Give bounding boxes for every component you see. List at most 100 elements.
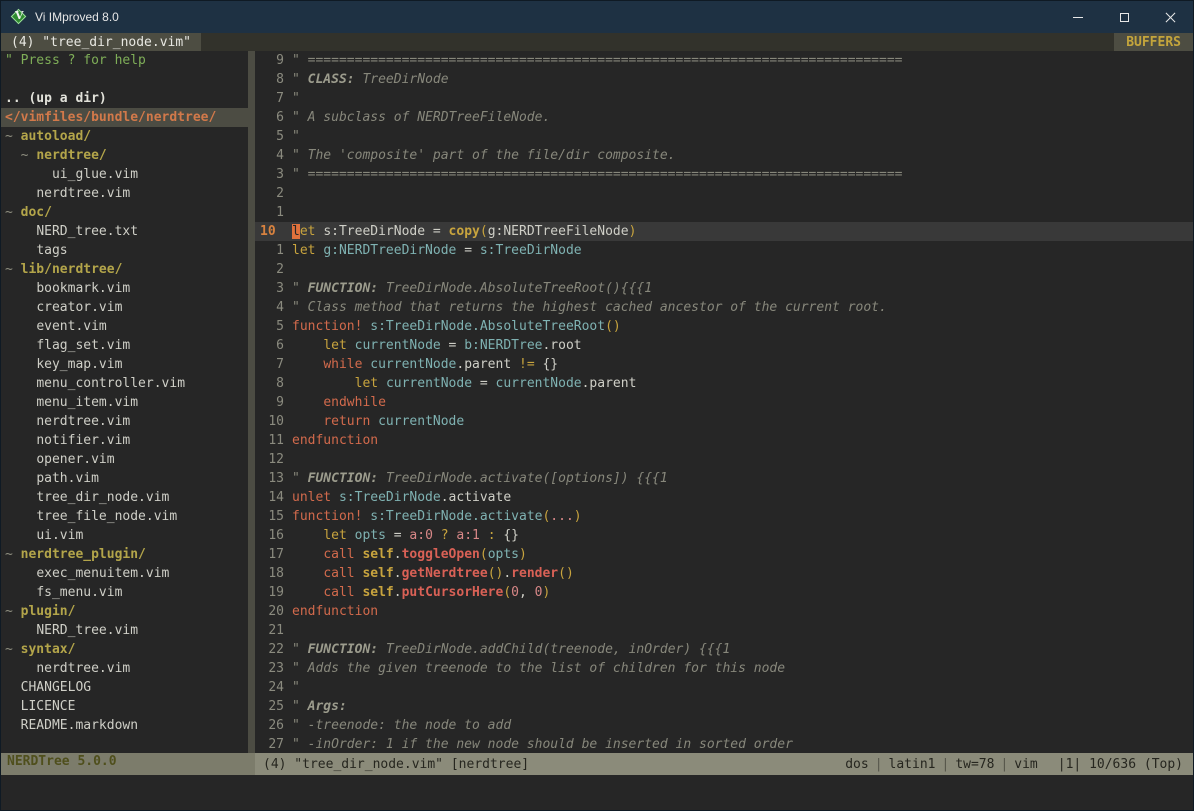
code-line[interactable]: 1let g:NERDTreeDirNode = s:TreeDirNode (255, 241, 1193, 260)
code-text: " -treenode: the node to add (292, 716, 1193, 735)
code-text: call self.getNerdtree().render() (292, 564, 1193, 583)
code-line[interactable]: 26" -treenode: the node to add (255, 716, 1193, 735)
minimize-button[interactable] (1055, 1, 1101, 33)
code-line[interactable]: 18 call self.getNerdtree().render() (255, 564, 1193, 583)
tree-file[interactable]: path.vim (1, 469, 248, 488)
code-line[interactable]: 9" =====================================… (255, 51, 1193, 70)
line-number: 1 (255, 203, 292, 222)
tree-file[interactable]: menu_item.vim (1, 393, 248, 412)
line-number: 16 (255, 526, 292, 545)
tree-item-label: creator.vim (36, 300, 122, 315)
code-line[interactable]: 13" FUNCTION: TreeDirNode.activate([opti… (255, 469, 1193, 488)
tree-file[interactable]: nerdtree.vim (1, 659, 248, 678)
code-line[interactable]: 9 endwhile (255, 393, 1193, 412)
tree-file[interactable]: bookmark.vim (1, 279, 248, 298)
tree-dir[interactable]: ~ syntax/ (1, 640, 248, 659)
code-line[interactable]: 11endfunction (255, 431, 1193, 450)
code-line[interactable]: 7" (255, 89, 1193, 108)
line-number: 20 (255, 602, 292, 621)
code-line[interactable]: 24" (255, 678, 1193, 697)
code-line[interactable]: 10 return currentNode (255, 412, 1193, 431)
tree-dir[interactable]: ~ autoload/ (1, 127, 248, 146)
tree-up[interactable]: .. (up a dir) (1, 89, 248, 108)
code-line[interactable]: 6" A subclass of NERDTreeFileNode. (255, 108, 1193, 127)
command-line[interactable] (1, 775, 1193, 810)
code-text: " -inOrder: 1 if the new node should be … (292, 735, 1193, 753)
tree-file[interactable]: opener.vim (1, 450, 248, 469)
tree-file[interactable]: menu_controller.vim (1, 374, 248, 393)
tree-file[interactable]: CHANGELOG (1, 678, 248, 697)
tree-file[interactable]: tree_file_node.vim (1, 507, 248, 526)
tree-dir[interactable]: ~ plugin/ (1, 602, 248, 621)
tree-file[interactable]: tree_dir_node.vim (1, 488, 248, 507)
code-line[interactable]: 4" Class method that returns the highest… (255, 298, 1193, 317)
tree-dir[interactable]: ~ doc/ (1, 203, 248, 222)
code-line[interactable]: 3" =====================================… (255, 165, 1193, 184)
tree-indent-prefix (5, 661, 36, 676)
code-line[interactable]: 23" Adds the given treenode to the list … (255, 659, 1193, 678)
code-line-current[interactable]: 10let s:TreeDirNode = copy(g:NERDTreeFil… (255, 222, 1193, 241)
tree-file[interactable]: tags (1, 241, 248, 260)
tree-file[interactable]: notifier.vim (1, 431, 248, 450)
code-line[interactable]: 16 let opts = a:0 ? a:1 : {} (255, 526, 1193, 545)
code-line[interactable]: 4" The 'composite' part of the file/dir … (255, 146, 1193, 165)
code-line[interactable]: 12 (255, 450, 1193, 469)
tree-indent-prefix: ~ (5, 642, 21, 657)
tree-item-label: ui_glue.vim (52, 167, 138, 182)
line-number: 19 (255, 583, 292, 602)
title-bar[interactable]: V Vi IMproved 8.0 (1, 1, 1193, 33)
tree-file[interactable]: README.markdown (1, 716, 248, 735)
code-line[interactable]: 3" FUNCTION: TreeDirNode.AbsoluteTreeRoo… (255, 279, 1193, 298)
code-line[interactable]: 25" Args: (255, 697, 1193, 716)
code-text: " CLASS: TreeDirNode (292, 70, 1193, 89)
window-split-divider[interactable] (248, 51, 255, 753)
code-line[interactable]: 5" (255, 127, 1193, 146)
code-line[interactable]: 17 call self.toggleOpen(opts) (255, 545, 1193, 564)
code-line[interactable]: 7 while currentNode.parent != {} (255, 355, 1193, 374)
code-line[interactable]: 27" -inOrder: 1 if the new node should b… (255, 735, 1193, 753)
tree-file[interactable]: ui_glue.vim (1, 165, 248, 184)
tree-indent-prefix (5, 186, 36, 201)
main-split: " Press ? for help .. (up a dir)</vimfile… (1, 51, 1193, 753)
nerdtree-panel[interactable]: " Press ? for help .. (up a dir)</vimfile… (1, 51, 248, 753)
tree-indent-prefix (5, 224, 36, 239)
code-line[interactable]: 2 (255, 260, 1193, 279)
tree-item-label: NERD_tree.txt (36, 224, 138, 239)
code-line[interactable]: 15function! s:TreeDirNode.activate(...) (255, 507, 1193, 526)
tree-file[interactable]: LICENCE (1, 697, 248, 716)
tree-dir[interactable]: ~ nerdtree_plugin/ (1, 545, 248, 564)
tree-item-label: " Press ? for help (5, 53, 146, 68)
code-line[interactable]: 6 let currentNode = b:NERDTree.root (255, 336, 1193, 355)
tree-file[interactable]: flag_set.vim (1, 336, 248, 355)
code-line[interactable]: 5function! s:TreeDirNode.AbsoluteTreeRoo… (255, 317, 1193, 336)
code-line[interactable]: 1 (255, 203, 1193, 222)
tree-file[interactable]: creator.vim (1, 298, 248, 317)
code-line[interactable]: 2 (255, 184, 1193, 203)
code-line[interactable]: 14unlet s:TreeDirNode.activate (255, 488, 1193, 507)
tab-tree-dir-node[interactable]: (4) "tree_dir_node.vim" (1, 33, 201, 51)
tree-file[interactable]: NERD_tree.txt (1, 222, 248, 241)
tree-blank (1, 70, 248, 89)
code-line[interactable]: 22" FUNCTION: TreeDirNode.addChild(treen… (255, 640, 1193, 659)
tree-indent-prefix (5, 623, 36, 638)
tree-file[interactable]: key_map.vim (1, 355, 248, 374)
maximize-button[interactable] (1101, 1, 1147, 33)
tree-root[interactable]: </vimfiles/bundle/nerdtree/ (1, 108, 248, 127)
tree-indent-prefix: ~ (5, 129, 21, 144)
code-line[interactable]: 8" CLASS: TreeDirNode (255, 70, 1193, 89)
code-line[interactable]: 21 (255, 621, 1193, 640)
code-line[interactable]: 19 call self.putCursorHere(0, 0) (255, 583, 1193, 602)
tree-file[interactable]: nerdtree.vim (1, 412, 248, 431)
tree-file[interactable]: ui.vim (1, 526, 248, 545)
editor-panel[interactable]: 9" =====================================… (255, 51, 1193, 753)
tree-file[interactable]: fs_menu.vim (1, 583, 248, 602)
tree-file[interactable]: exec_menuitem.vim (1, 564, 248, 583)
close-button[interactable] (1147, 1, 1193, 33)
tree-file[interactable]: event.vim (1, 317, 248, 336)
code-line[interactable]: 20endfunction (255, 602, 1193, 621)
tree-file[interactable]: NERD_tree.vim (1, 621, 248, 640)
tree-dir[interactable]: ~ nerdtree/ (1, 146, 248, 165)
tree-file[interactable]: nerdtree.vim (1, 184, 248, 203)
code-line[interactable]: 8 let currentNode = currentNode.parent (255, 374, 1193, 393)
tree-dir[interactable]: ~ lib/nerdtree/ (1, 260, 248, 279)
